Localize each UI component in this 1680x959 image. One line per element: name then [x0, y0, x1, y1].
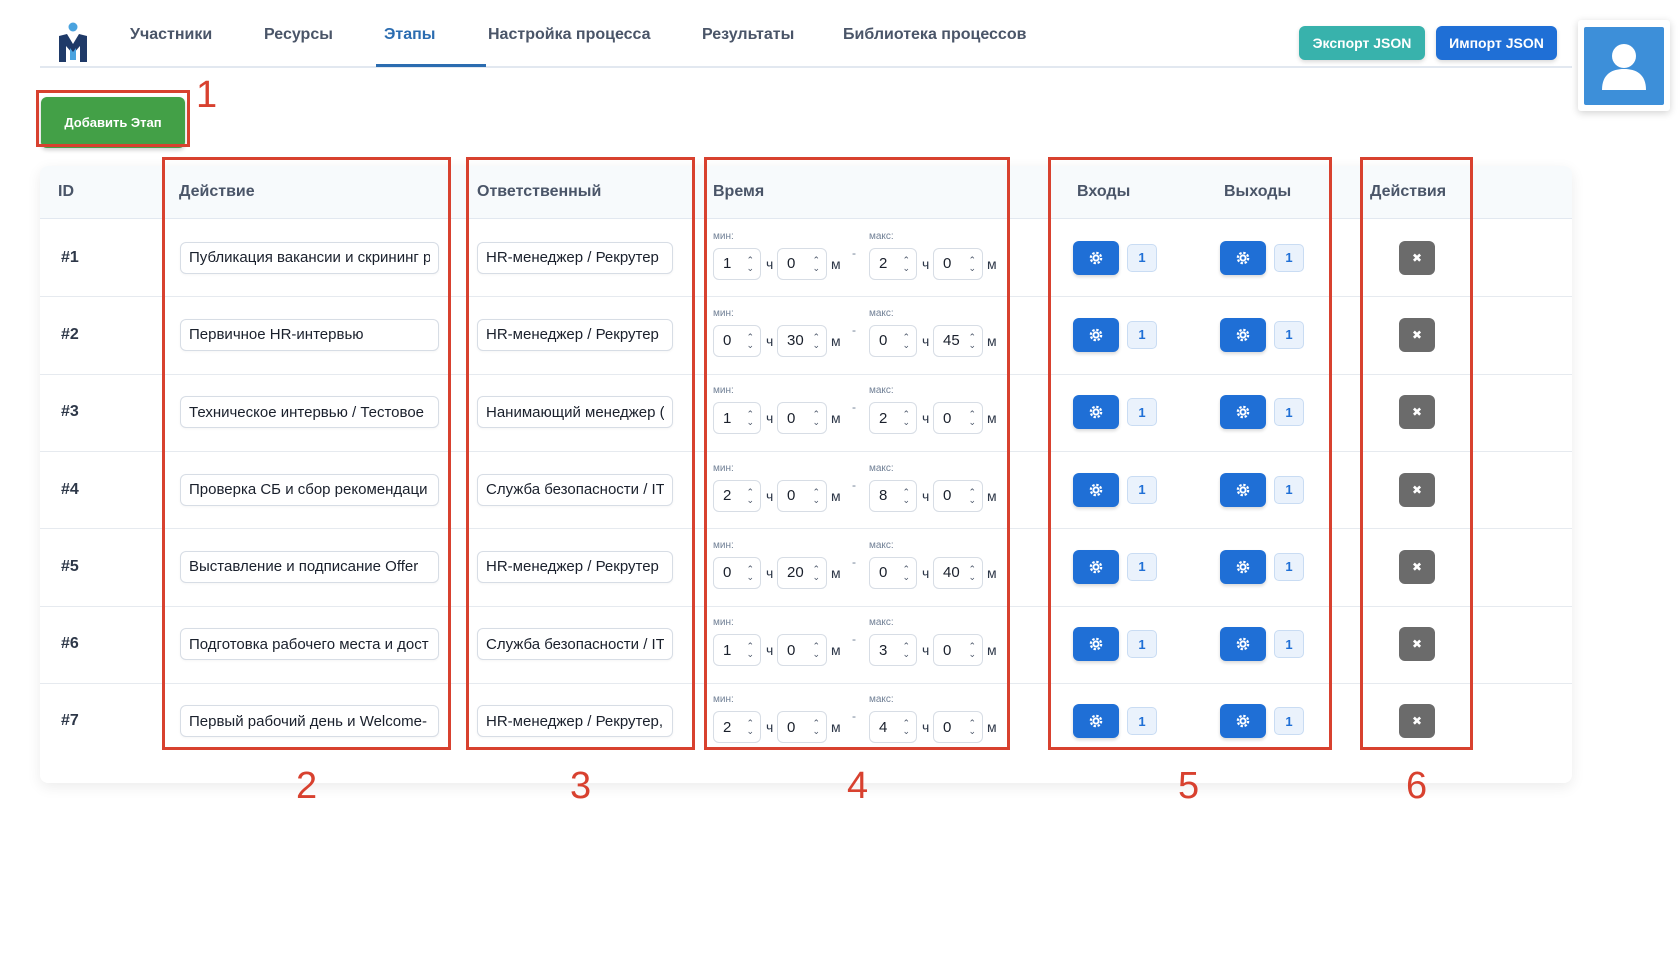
avatar[interactable] [1578, 20, 1670, 111]
annotation-box-5 [1048, 157, 1332, 750]
row-id: #3 [61, 403, 79, 421]
user-icon [1602, 43, 1646, 90]
annotation-label-1: 1 [196, 74, 218, 116]
row-id: #6 [61, 635, 79, 653]
tab-resources[interactable]: Ресурсы [264, 26, 333, 44]
row-id: #5 [61, 557, 79, 575]
tab-process-settings[interactable]: Настройка процесса [488, 26, 651, 44]
annotation-box-1 [36, 90, 190, 147]
active-tab-indicator [376, 64, 486, 67]
tab-stages[interactable]: Этапы [384, 26, 435, 44]
annotation-box-3 [466, 157, 695, 750]
annotation-box-4 [704, 157, 1010, 750]
app-logo[interactable] [57, 22, 89, 64]
annotation-box-2 [162, 157, 451, 750]
annotation-label-6: 6 [1406, 765, 1428, 807]
row-id: #1 [61, 248, 79, 266]
row-id: #7 [61, 712, 79, 730]
tab-participants[interactable]: Участники [130, 26, 212, 44]
header-id: ID [58, 183, 74, 200]
row-id: #4 [61, 480, 79, 498]
export-json-button[interactable]: Экспорт JSON [1299, 26, 1425, 60]
tab-process-library[interactable]: Библиотека процессов [843, 26, 1026, 44]
annotation-box-6 [1360, 157, 1473, 750]
annotation-label-5: 5 [1178, 765, 1200, 807]
import-json-button[interactable]: Импорт JSON [1436, 26, 1557, 60]
annotation-label-3: 3 [570, 765, 592, 807]
tab-results[interactable]: Результаты [702, 26, 794, 44]
annotation-label-2: 2 [296, 765, 318, 807]
annotation-label-4: 4 [847, 765, 869, 807]
row-id: #2 [61, 325, 79, 343]
